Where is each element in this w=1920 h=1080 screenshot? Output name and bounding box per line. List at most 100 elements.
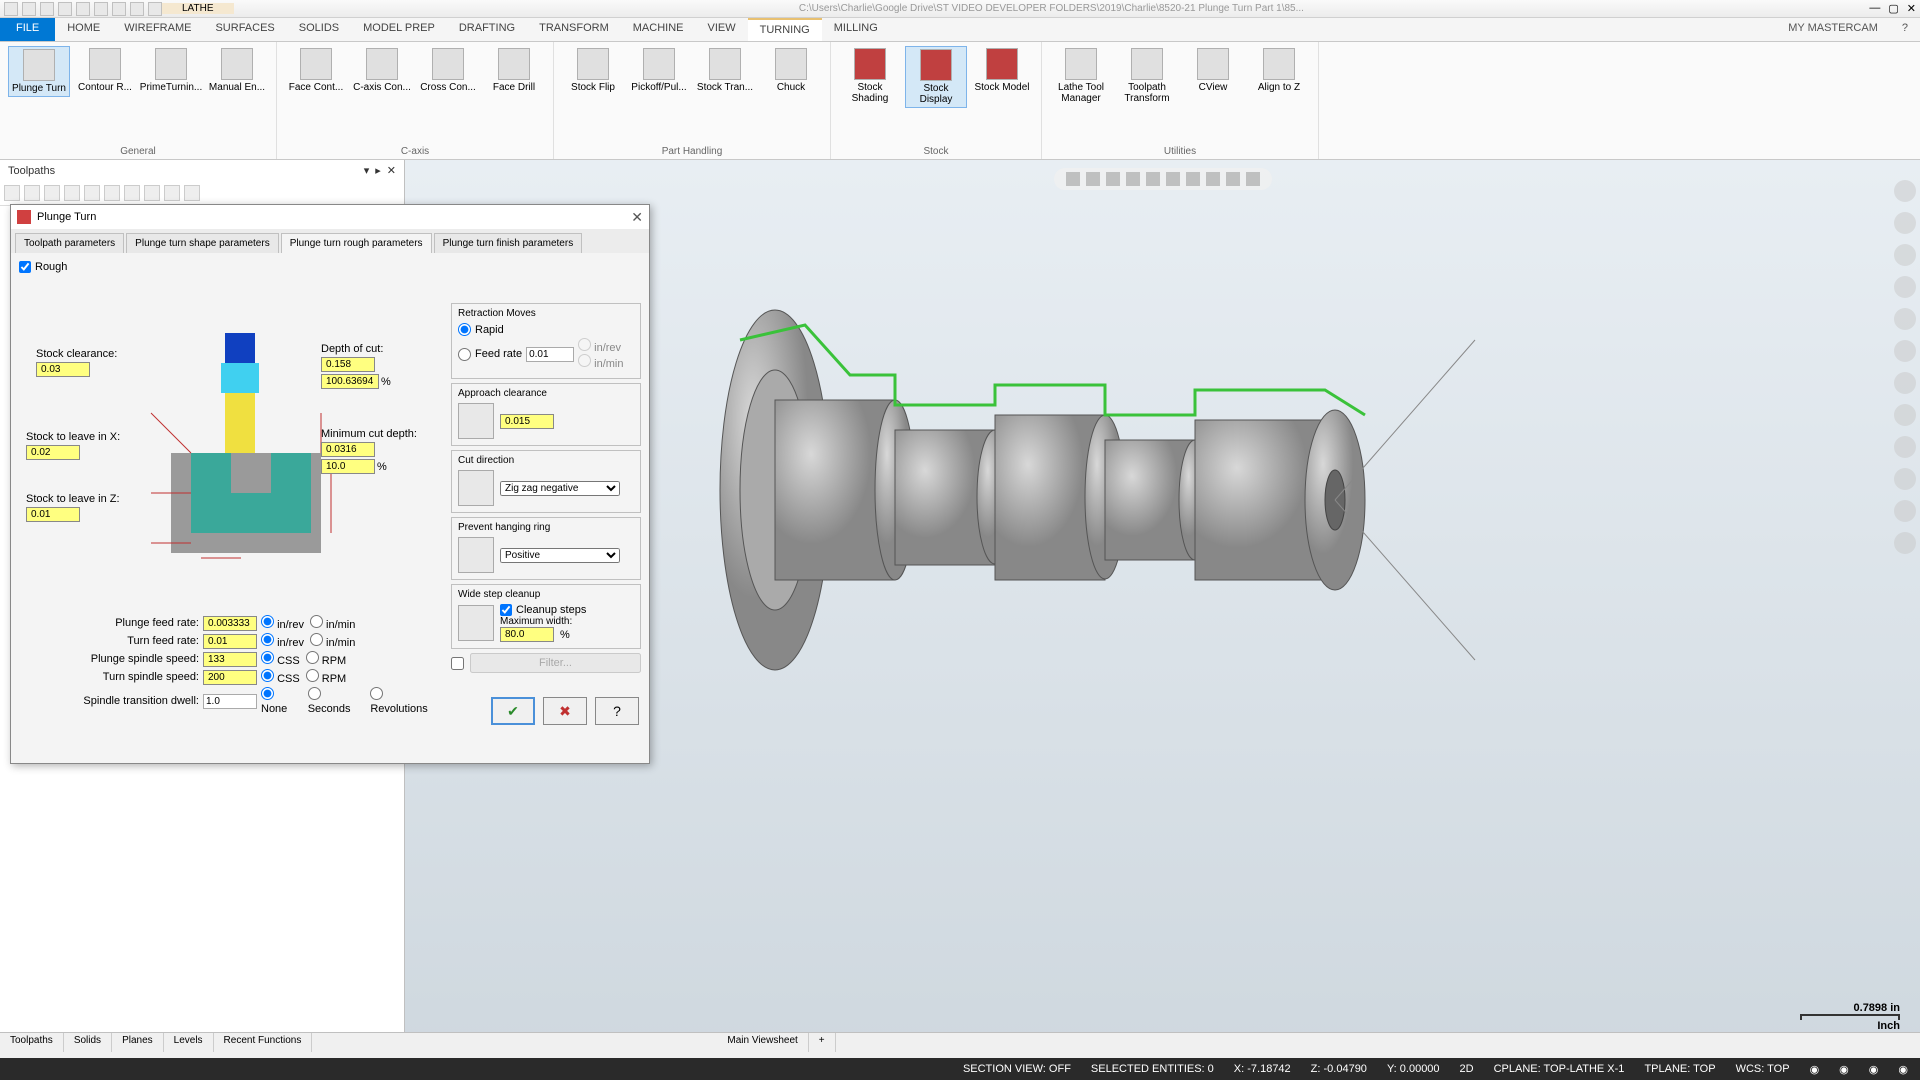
tab-drafting[interactable]: DRAFTING — [447, 18, 527, 41]
rough-checkbox[interactable]: Rough — [19, 261, 641, 273]
filter-checkbox[interactable] — [451, 657, 464, 670]
add-viewsheet-button[interactable]: + — [809, 1033, 836, 1052]
my-mastercam-link[interactable]: MY MASTERCAM — [1776, 18, 1890, 41]
tool-icon[interactable] — [1894, 532, 1916, 554]
stock-flip-button[interactable]: Stock Flip — [562, 46, 624, 95]
tab-milling[interactable]: MILLING — [822, 18, 890, 41]
tool-icon[interactable] — [1894, 276, 1916, 298]
tab-home[interactable]: HOME — [55, 18, 112, 41]
toolbar-icon[interactable] — [1226, 172, 1240, 186]
maximize-icon[interactable]: ▢ — [1888, 2, 1898, 15]
toolbar-icon[interactable] — [84, 185, 100, 201]
qat-icon[interactable] — [94, 2, 108, 16]
footer-tab-levels[interactable]: Levels — [164, 1033, 214, 1052]
toolbar-icon[interactable] — [44, 185, 60, 201]
turn-feed-input[interactable] — [203, 634, 257, 649]
filter-button[interactable]: Filter... — [470, 653, 641, 673]
toolbar-icon[interactable] — [1126, 172, 1140, 186]
toolbar-icon[interactable] — [4, 185, 20, 201]
minimize-icon[interactable]: — — [1869, 2, 1880, 15]
toolbar-icon[interactable] — [1066, 172, 1080, 186]
stock-transfer-button[interactable]: Stock Tran... — [694, 46, 756, 95]
close-icon[interactable]: ✕ — [1907, 2, 1916, 15]
chuck-button[interactable]: Chuck — [760, 46, 822, 95]
toolpath-transform-button[interactable]: Toolpath Transform — [1116, 46, 1178, 106]
tplane-status[interactable]: TPLANE: TOP — [1644, 1063, 1715, 1075]
align-to-z-button[interactable]: Align to Z — [1248, 46, 1310, 95]
close-icon[interactable]: ✕ — [631, 209, 643, 226]
footer-tab-solids[interactable]: Solids — [64, 1033, 112, 1052]
cview-button[interactable]: CView — [1182, 46, 1244, 95]
tool-icon[interactable] — [1894, 500, 1916, 522]
toolbar-icon[interactable] — [24, 185, 40, 201]
stock-leave-z-input[interactable] — [26, 507, 80, 522]
status-icon[interactable]: ◉ — [1839, 1063, 1849, 1076]
tool-icon[interactable] — [1894, 308, 1916, 330]
help-icon[interactable]: ? — [1890, 18, 1920, 41]
stock-display-button[interactable]: Stock Display — [905, 46, 967, 108]
tool-icon[interactable] — [1894, 404, 1916, 426]
approach-clearance-input[interactable] — [500, 414, 554, 429]
tab-transform[interactable]: TRANSFORM — [527, 18, 621, 41]
tab-shape-params[interactable]: Plunge turn shape parameters — [126, 233, 279, 253]
wcs-status[interactable]: WCS: TOP — [1736, 1063, 1790, 1075]
lathe-tool-manager-button[interactable]: Lathe Tool Manager — [1050, 46, 1112, 106]
ok-button[interactable]: ✔ — [491, 697, 535, 725]
toolbar-icon[interactable] — [1206, 172, 1220, 186]
qat-icon[interactable] — [22, 2, 36, 16]
qat-icon[interactable] — [4, 2, 18, 16]
dropdown-icon[interactable]: ▾ — [364, 164, 370, 177]
hanging-ring-select[interactable]: Positive — [500, 548, 620, 563]
toolbar-icon[interactable] — [1166, 172, 1180, 186]
qat-icon[interactable] — [130, 2, 144, 16]
tab-modelprep[interactable]: MODEL PREP — [351, 18, 447, 41]
caxis-contour-button[interactable]: C-axis Con... — [351, 46, 413, 95]
viewsheet-tab[interactable]: Main Viewsheet — [717, 1033, 808, 1052]
depth-of-cut-pct-input[interactable] — [321, 374, 379, 389]
qat-icon[interactable] — [112, 2, 126, 16]
tab-finish-params[interactable]: Plunge turn finish parameters — [434, 233, 583, 253]
depth-of-cut-input[interactable] — [321, 357, 375, 372]
stock-leave-x-input[interactable] — [26, 445, 80, 460]
tab-wireframe[interactable]: WIREFRAME — [112, 18, 203, 41]
qat-icon[interactable] — [40, 2, 54, 16]
pin-icon[interactable]: ▸ — [375, 164, 381, 177]
toolbar-icon[interactable] — [1086, 172, 1100, 186]
stock-clearance-input[interactable] — [36, 362, 90, 377]
help-button[interactable]: ? — [595, 697, 639, 725]
feedrate-input[interactable] — [526, 347, 574, 362]
status-icon[interactable]: ◉ — [1810, 1063, 1820, 1076]
tab-turning[interactable]: TURNING — [748, 18, 822, 41]
stock-model-button[interactable]: Stock Model — [971, 46, 1033, 95]
footer-tab-toolpaths[interactable]: Toolpaths — [0, 1033, 64, 1052]
status-icon[interactable]: ◉ — [1898, 1063, 1908, 1076]
toolbar-icon[interactable] — [144, 185, 160, 201]
toolbar-icon[interactable] — [124, 185, 140, 201]
tab-surfaces[interactable]: SURFACES — [203, 18, 286, 41]
toolbar-icon[interactable] — [64, 185, 80, 201]
status-icon[interactable]: ◉ — [1869, 1063, 1879, 1076]
toolbar-icon[interactable] — [104, 185, 120, 201]
plunge-ss-input[interactable] — [203, 652, 257, 667]
face-contour-button[interactable]: Face Cont... — [285, 46, 347, 95]
plunge-feed-input[interactable] — [203, 616, 257, 631]
tool-icon[interactable] — [1894, 436, 1916, 458]
qat-icon[interactable] — [76, 2, 90, 16]
inmin-radio[interactable] — [310, 615, 323, 628]
qat-icon[interactable] — [58, 2, 72, 16]
tab-rough-params[interactable]: Plunge turn rough parameters — [281, 233, 432, 253]
toolbar-icon[interactable] — [1186, 172, 1200, 186]
close-icon[interactable]: ✕ — [387, 164, 396, 177]
toolbar-icon[interactable] — [164, 185, 180, 201]
manual-entry-button[interactable]: Manual En... — [206, 46, 268, 95]
stock-shading-button[interactable]: Stock Shading — [839, 46, 901, 106]
cleanup-steps-checkbox[interactable]: Cleanup steps — [500, 604, 586, 616]
toolbar-icon[interactable] — [1146, 172, 1160, 186]
cut-direction-select[interactable]: Zig zag negative — [500, 481, 620, 496]
tool-icon[interactable] — [1894, 468, 1916, 490]
dwell-input[interactable] — [203, 694, 257, 709]
feedrate-radio[interactable] — [458, 348, 471, 361]
tool-icon[interactable] — [1894, 180, 1916, 202]
pickoff-pull-button[interactable]: Pickoff/Pul... — [628, 46, 690, 95]
toolbar-icon[interactable] — [1246, 172, 1260, 186]
